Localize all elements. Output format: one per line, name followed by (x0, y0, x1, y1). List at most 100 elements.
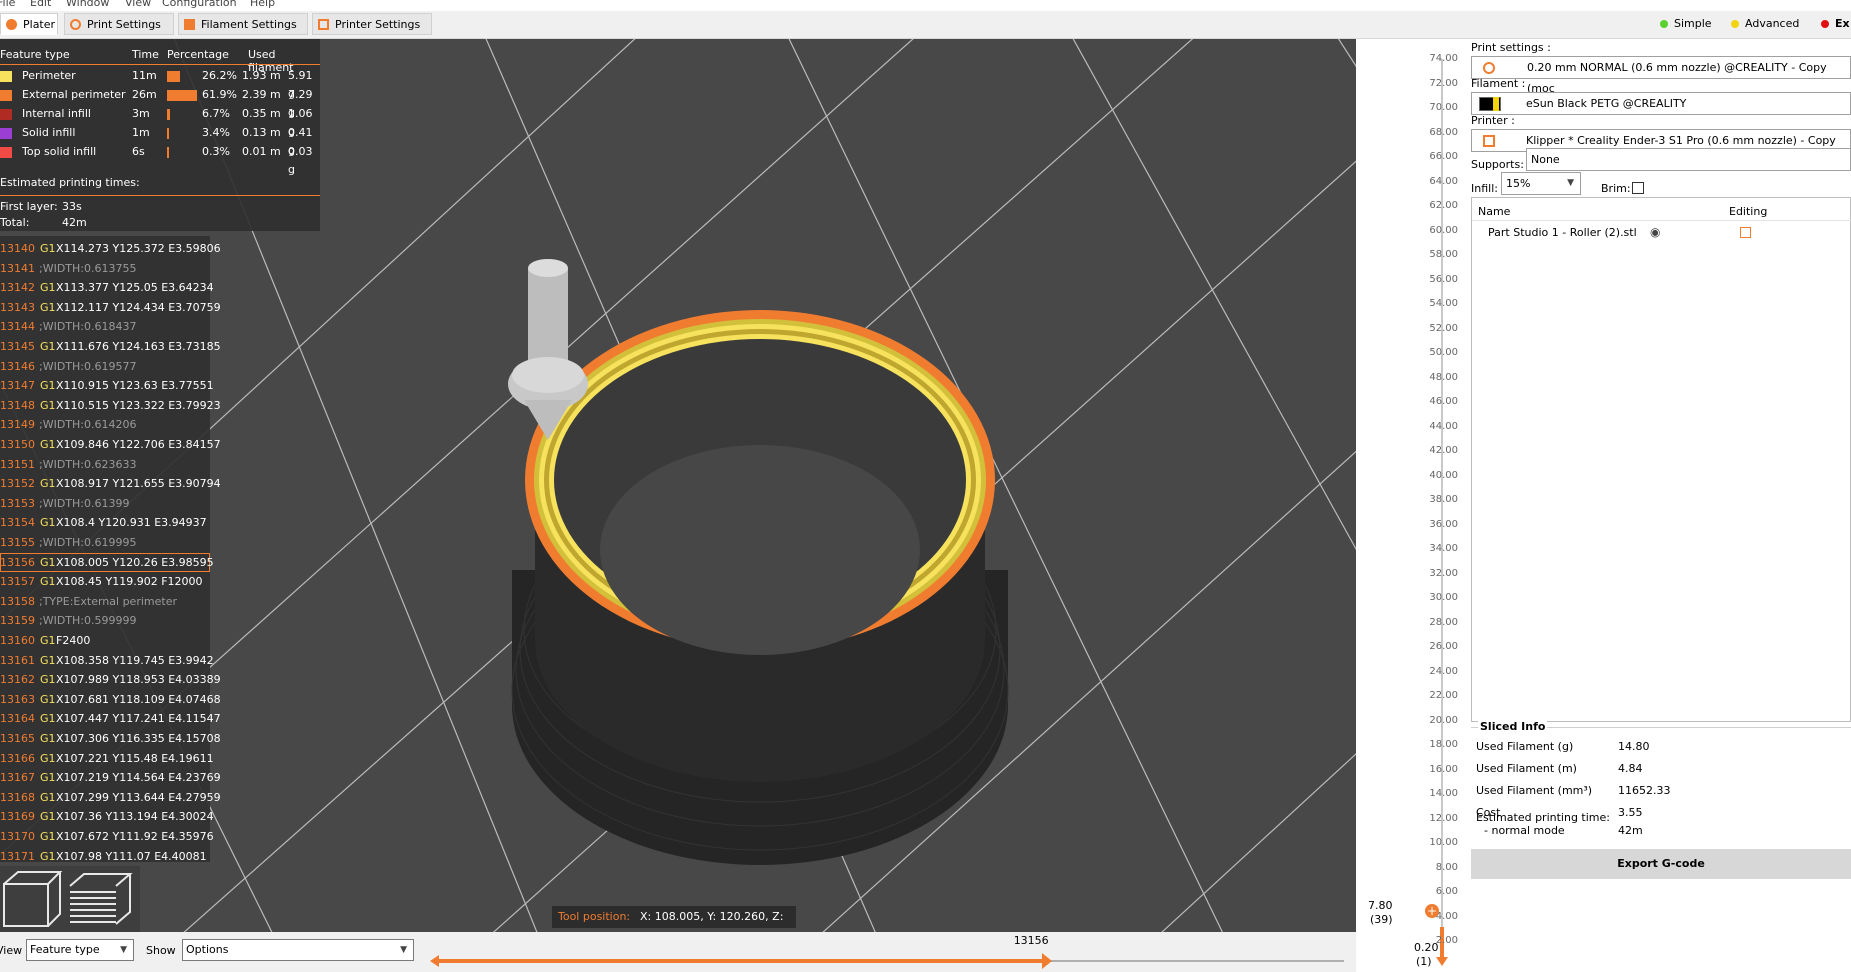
show-options-select[interactable]: Options ▼ (182, 939, 414, 961)
horizontal-slider[interactable]: 13156 (420, 934, 1344, 972)
gcode-viewer[interactable]: 13140 G1 X114.273 Y125.372 E3.59806 13141 ;W… (0, 236, 221, 863)
brim-checkbox[interactable] (1632, 182, 1644, 194)
hslider-start-arrow[interactable] (430, 955, 439, 967)
vslider-tick-label: 32.00 (1429, 567, 1458, 579)
gcode-line[interactable]: 13164 G1 X107.447 Y117.241 E4.11547 (0, 709, 221, 728)
vslider-lower-value: 0.20 (1414, 941, 1439, 954)
vslider-tick-label: 62.00 (1429, 200, 1458, 211)
gcode-args: X108.005 Y120.26 E3.98595 (56, 555, 214, 569)
export-gcode-button[interactable]: Export G-code (1471, 849, 1851, 879)
legend-percentage-bar (167, 128, 169, 139)
gcode-line[interactable]: 13162 G1 X107.989 Y118.953 E4.03389 (0, 670, 221, 689)
gcode-line[interactable]: 13154 G1 X108.4 Y120.931 E3.94937 (0, 513, 210, 532)
gcode-line[interactable]: 13166 G1 X107.221 Y115.48 E4.19611 (0, 749, 214, 768)
menu-help[interactable]: Help (250, 0, 275, 9)
edit-icon[interactable] (1740, 227, 1751, 238)
chevron-down-icon: ▼ (400, 945, 407, 955)
gcode-command: G1 (40, 281, 56, 295)
mode-expert[interactable]: Ex (1817, 16, 1850, 32)
gcode-args: X107.219 Y114.564 E4.23769 (56, 771, 221, 785)
hslider-thumb[interactable] (1041, 953, 1052, 969)
gcode-line[interactable]: 13168 G1 X107.299 Y113.644 E4.27959 (0, 788, 221, 807)
legend-time: 6s (132, 145, 145, 158)
gcode-args: X113.377 Y125.05 E3.64234 (56, 281, 214, 295)
legend-row[interactable]: Internal infill 3m 6.7% 0.35 m 1.06 g (0, 105, 320, 138)
vertical-layer-slider[interactable]: 74.00 72.00 70.00 68.00 66.00 64.00 62.00 60.00… (1356, 39, 1471, 972)
gcode-line[interactable]: 13167 G1 X107.219 Y114.564 E4.23769 (0, 768, 221, 787)
gcode-line-number: 13140 (0, 242, 35, 255)
mode-simple[interactable]: Simple (1656, 16, 1712, 32)
gcode-line[interactable]: 13145 G1 X111.676 Y124.163 E3.73185 (0, 337, 221, 356)
object-col-editing: Editing (1729, 205, 1768, 218)
estimated-time-label: Estimated printing time: (1476, 811, 1610, 824)
gcode-line[interactable]: 13143 G1 X112.117 Y124.434 E3.70759 (0, 298, 221, 317)
menu-bar: File Edit Window View Configuration Help (0, 0, 1851, 11)
gcode-line[interactable]: 13144 ;WIDTH:0.618437 (0, 317, 210, 336)
legend-row[interactable]: Perimeter 11m 26.2% 1.93 m 5.91 g (0, 67, 320, 100)
tab-printer-settings[interactable]: Printer Settings (312, 13, 432, 35)
gcode-line[interactable]: 13165 G1 X107.306 Y116.335 E4.15708 (0, 729, 221, 748)
tab-print-settings[interactable]: Print Settings (64, 13, 174, 35)
gcode-line[interactable]: 13147 G1 X110.915 Y123.63 E3.77551 (0, 376, 214, 395)
gcode-line[interactable]: 13140 G1 X114.273 Y125.372 E3.59806 (0, 239, 221, 258)
legend-row[interactable]: External perimeter 26m 61.9% 2.39 m 7.29 g (0, 86, 320, 119)
gcode-line[interactable]: 13161 G1 X108.358 Y119.745 E3.9942 (0, 651, 214, 670)
legend-col-feature: Feature type (0, 48, 70, 61)
tab-filament-settings[interactable]: Filament Settings (178, 13, 308, 35)
show-label: Show (146, 944, 176, 957)
print-model (508, 259, 1009, 865)
gcode-line[interactable]: 13150 G1 X109.846 Y122.706 E3.84157 (0, 435, 221, 454)
gcode-line[interactable]: 13152 G1 X108.917 Y121.655 E3.90794 (0, 474, 221, 493)
legend-swatch (0, 90, 12, 101)
gcode-line[interactable]: 13171 G1 X107.98 Y111.07 E4.40081 (0, 847, 210, 866)
gcode-line[interactable]: 13160 G1 F2400 (0, 631, 210, 650)
legend-row[interactable]: Top solid infill 6s 0.3% 0.01 m 0.03 g (0, 143, 320, 176)
gcode-line[interactable]: 13163 G1 X107.681 Y118.109 E4.07468 (0, 690, 221, 709)
view-type-select[interactable]: Feature type ▼ (26, 939, 134, 961)
gcode-line[interactable]: 13153 ;WIDTH:0.61399 (0, 494, 210, 513)
gcode-line[interactable]: 13146 ;WIDTH:0.619577 (0, 357, 210, 376)
vslider-upper-thumb[interactable]: + (1425, 904, 1439, 918)
gcode-line[interactable]: 13158 ;TYPE:External perimeter (0, 592, 210, 611)
mode-advanced[interactable]: Advanced (1727, 16, 1799, 32)
menu-file[interactable]: File (0, 0, 15, 9)
gcode-line-number: 13153 (0, 496, 35, 510)
gcode-line[interactable]: 13151 ;WIDTH:0.623633 (0, 455, 210, 474)
gcode-line[interactable]: 13155 ;WIDTH:0.619995 (0, 533, 210, 552)
gcode-line[interactable]: 13149 ;WIDTH:0.614206 (0, 415, 210, 434)
gcode-line[interactable]: 13141 ;WIDTH:0.613755 (0, 259, 210, 278)
object-row[interactable]: Part Studio 1 - Roller (2).stl ◉ (1480, 224, 1840, 242)
estimated-times-label: Estimated printing times: (0, 176, 140, 189)
printer-icon (318, 19, 329, 30)
first-layer-label: First layer: (0, 200, 58, 213)
gcode-line[interactable]: 13157 G1 X108.45 Y119.902 F12000 (0, 572, 210, 591)
menu-view[interactable]: View (125, 0, 151, 9)
tab-plater[interactable]: Plater (0, 13, 58, 35)
gcode-line-number: 13168 (0, 790, 35, 804)
print-settings-combo[interactable]: 0.20 mm NORMAL (0.6 mm nozzle) @CREALITY… (1471, 56, 1851, 95)
gcode-line-number: 13163 (0, 692, 35, 706)
object-list[interactable]: Name Editing Part Studio 1 - Roller (2).… (1471, 197, 1851, 722)
menu-window[interactable]: Window (66, 0, 109, 9)
gcode-line-number: 13161 (0, 653, 35, 667)
legend-row[interactable]: Solid infill 1m 3.4% 0.13 m 0.41 g (0, 124, 320, 157)
infill-combo[interactable]: 15% ▼ (1501, 172, 1581, 195)
gcode-line[interactable]: 13156 G1 X108.005 Y120.26 E3.98595 (0, 552, 214, 572)
gcode-line[interactable]: 13170 G1 X107.672 Y111.92 E4.35976 (0, 827, 214, 846)
gcode-args: X110.915 Y123.63 E3.77551 (56, 379, 214, 393)
gcode-line[interactable]: 13159 ;WIDTH:0.599999 (0, 611, 210, 630)
menu-configuration[interactable]: Configuration (162, 0, 237, 9)
filament-combo[interactable]: eSun Black PETG @CREALITY (1471, 92, 1851, 115)
gcode-line-number: 13150 (0, 438, 35, 451)
supports-combo[interactable]: None (1526, 148, 1851, 171)
show-options-value: Options (186, 943, 229, 956)
gcode-line[interactable]: 13142 G1 X113.377 Y125.05 E3.64234 (0, 278, 214, 297)
menu-edit[interactable]: Edit (30, 0, 51, 9)
gcode-line[interactable]: 13169 G1 X107.36 Y113.194 E4.30024 (0, 807, 214, 826)
eye-icon[interactable]: ◉ (1650, 223, 1660, 241)
view-cube-icons[interactable] (0, 866, 140, 932)
legend-time: 3m (132, 107, 150, 120)
gcode-line[interactable]: 13148 G1 X110.515 Y123.322 E3.79923 (0, 396, 221, 415)
gcode-args: X111.676 Y124.163 E3.73185 (56, 340, 221, 353)
vslider-lower-thumb[interactable] (1436, 957, 1448, 966)
